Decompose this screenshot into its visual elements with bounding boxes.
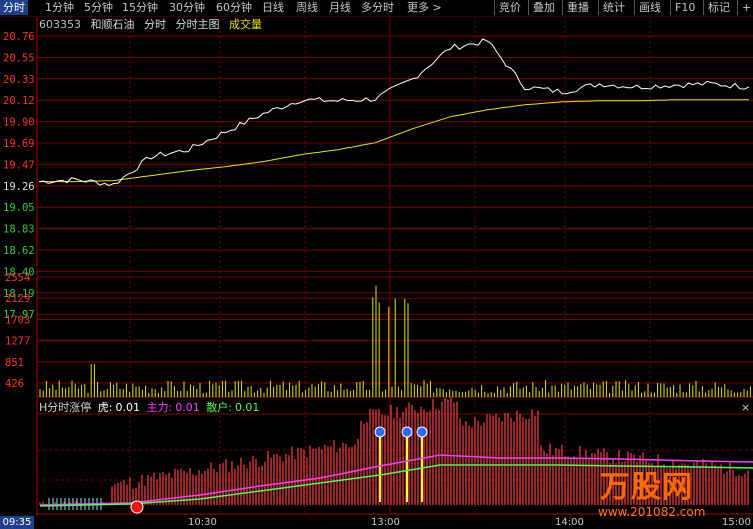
price-tick-label: 19.26 [3,181,35,193]
intraday-link[interactable]: 分时 [144,18,166,31]
time-tick: 15:00 [722,517,751,528]
price-line [38,38,750,187]
period-tab-7[interactable]: 周线 [296,0,318,15]
volume-tick-label: 426 [5,378,24,390]
close-indicator-button[interactable]: × [741,401,750,414]
toolbar-button-5[interactable]: F10 [670,0,695,15]
price-tick-label: 20.12 [3,95,35,107]
toolbar-button-7[interactable]: +自 [737,0,753,15]
price-tick-label: 20.76 [3,31,35,43]
price-tick-label: 18.83 [3,224,35,236]
period-tab-3[interactable]: 15分钟 [122,0,158,15]
toolbar-button-4[interactable]: 画线 [634,0,661,15]
toolbar-button-6[interactable]: 标记 [703,0,730,15]
price-tick-label: 19.05 [3,202,35,214]
price-tick-label: 19.47 [3,159,35,171]
chart-title-bar: 603353 和顺石油 分时 分时主图 成交量 [39,18,268,32]
toolbar-button-3[interactable]: 统计 [598,0,625,15]
indicator-spike-marker [401,426,413,438]
volume-tick-label: 851 [5,357,24,369]
signal-badge [130,500,144,514]
retail-label: 散户: [206,401,232,414]
indicator-legend: H分时涨停 虎: 0.01 主力: 0.01 散户: 0.01 [39,401,262,415]
watermark-brand: 万股网 [600,470,693,505]
stock-name: 和顺石油 [90,18,135,31]
period-tab-2[interactable]: 5分钟 [84,0,113,15]
time-tick: 10:30 [188,517,217,528]
average-price-line [39,99,749,183]
volume-tick-label: 2554 [5,272,30,284]
period-tab-4[interactable]: 30分钟 [169,0,205,15]
period-tab-6[interactable]: 日线 [262,0,284,15]
indicator-spike-marker [374,426,386,438]
tiger-value: 0.01 [115,401,141,414]
toolbar-button-2[interactable]: 重播 [562,0,589,15]
volume-tick-label: 1277 [5,336,30,348]
price-tick-label: 19.69 [3,138,35,150]
price-tick-label: 18.62 [3,245,35,257]
toolbar-button-1[interactable]: 叠加 [528,0,555,15]
price-tick-label: 19.90 [3,117,35,129]
period-tab-10[interactable]: 更多 > [407,0,442,15]
time-tick: 13:00 [371,517,400,528]
chart-canvas[interactable]: 20.76 20.55 20.33 20.12 19.90 19.69 19.47 19.26… [0,0,753,529]
period-tab-1[interactable]: 1分钟 [45,0,74,15]
time-cursor-label: 09:35 [0,516,34,529]
indicator-name[interactable]: H分时涨停 [39,401,91,414]
main-force-label: 主力: [146,401,173,414]
watermark-url: www.201082.com [598,505,706,519]
period-tab-5[interactable]: 60分钟 [216,0,252,15]
price-tick-label: 20.55 [3,52,35,64]
tiger-label: 虎: [97,401,113,414]
retail-value: 0.01 [234,401,260,414]
toolbar-button-0[interactable]: 竞价 [494,0,521,15]
period-toolbar: 分时 1分钟 5分钟 15分钟 30分钟 60分钟 日线 周线 月线 多分时 更多 > 竞价 叠加 重播统… [0,0,753,17]
price-tick-label: 20.33 [3,74,35,86]
volume-tick-label: 2129 [5,293,30,305]
time-tick: 14:00 [555,517,584,528]
volume-tick-label: 1703 [5,314,30,326]
period-tab-9[interactable]: 多分时 [361,0,394,15]
period-tab-0[interactable]: 分时 [0,0,28,15]
volume-label[interactable]: 成交量 [229,18,262,31]
stock-code: 603353 [39,18,81,31]
intraday-main-chart-link[interactable]: 分时主图 [176,18,220,31]
main-force-value: 0.01 [175,401,200,414]
indicator-spike-marker [416,426,428,438]
period-tab-8[interactable]: 月线 [329,0,351,15]
